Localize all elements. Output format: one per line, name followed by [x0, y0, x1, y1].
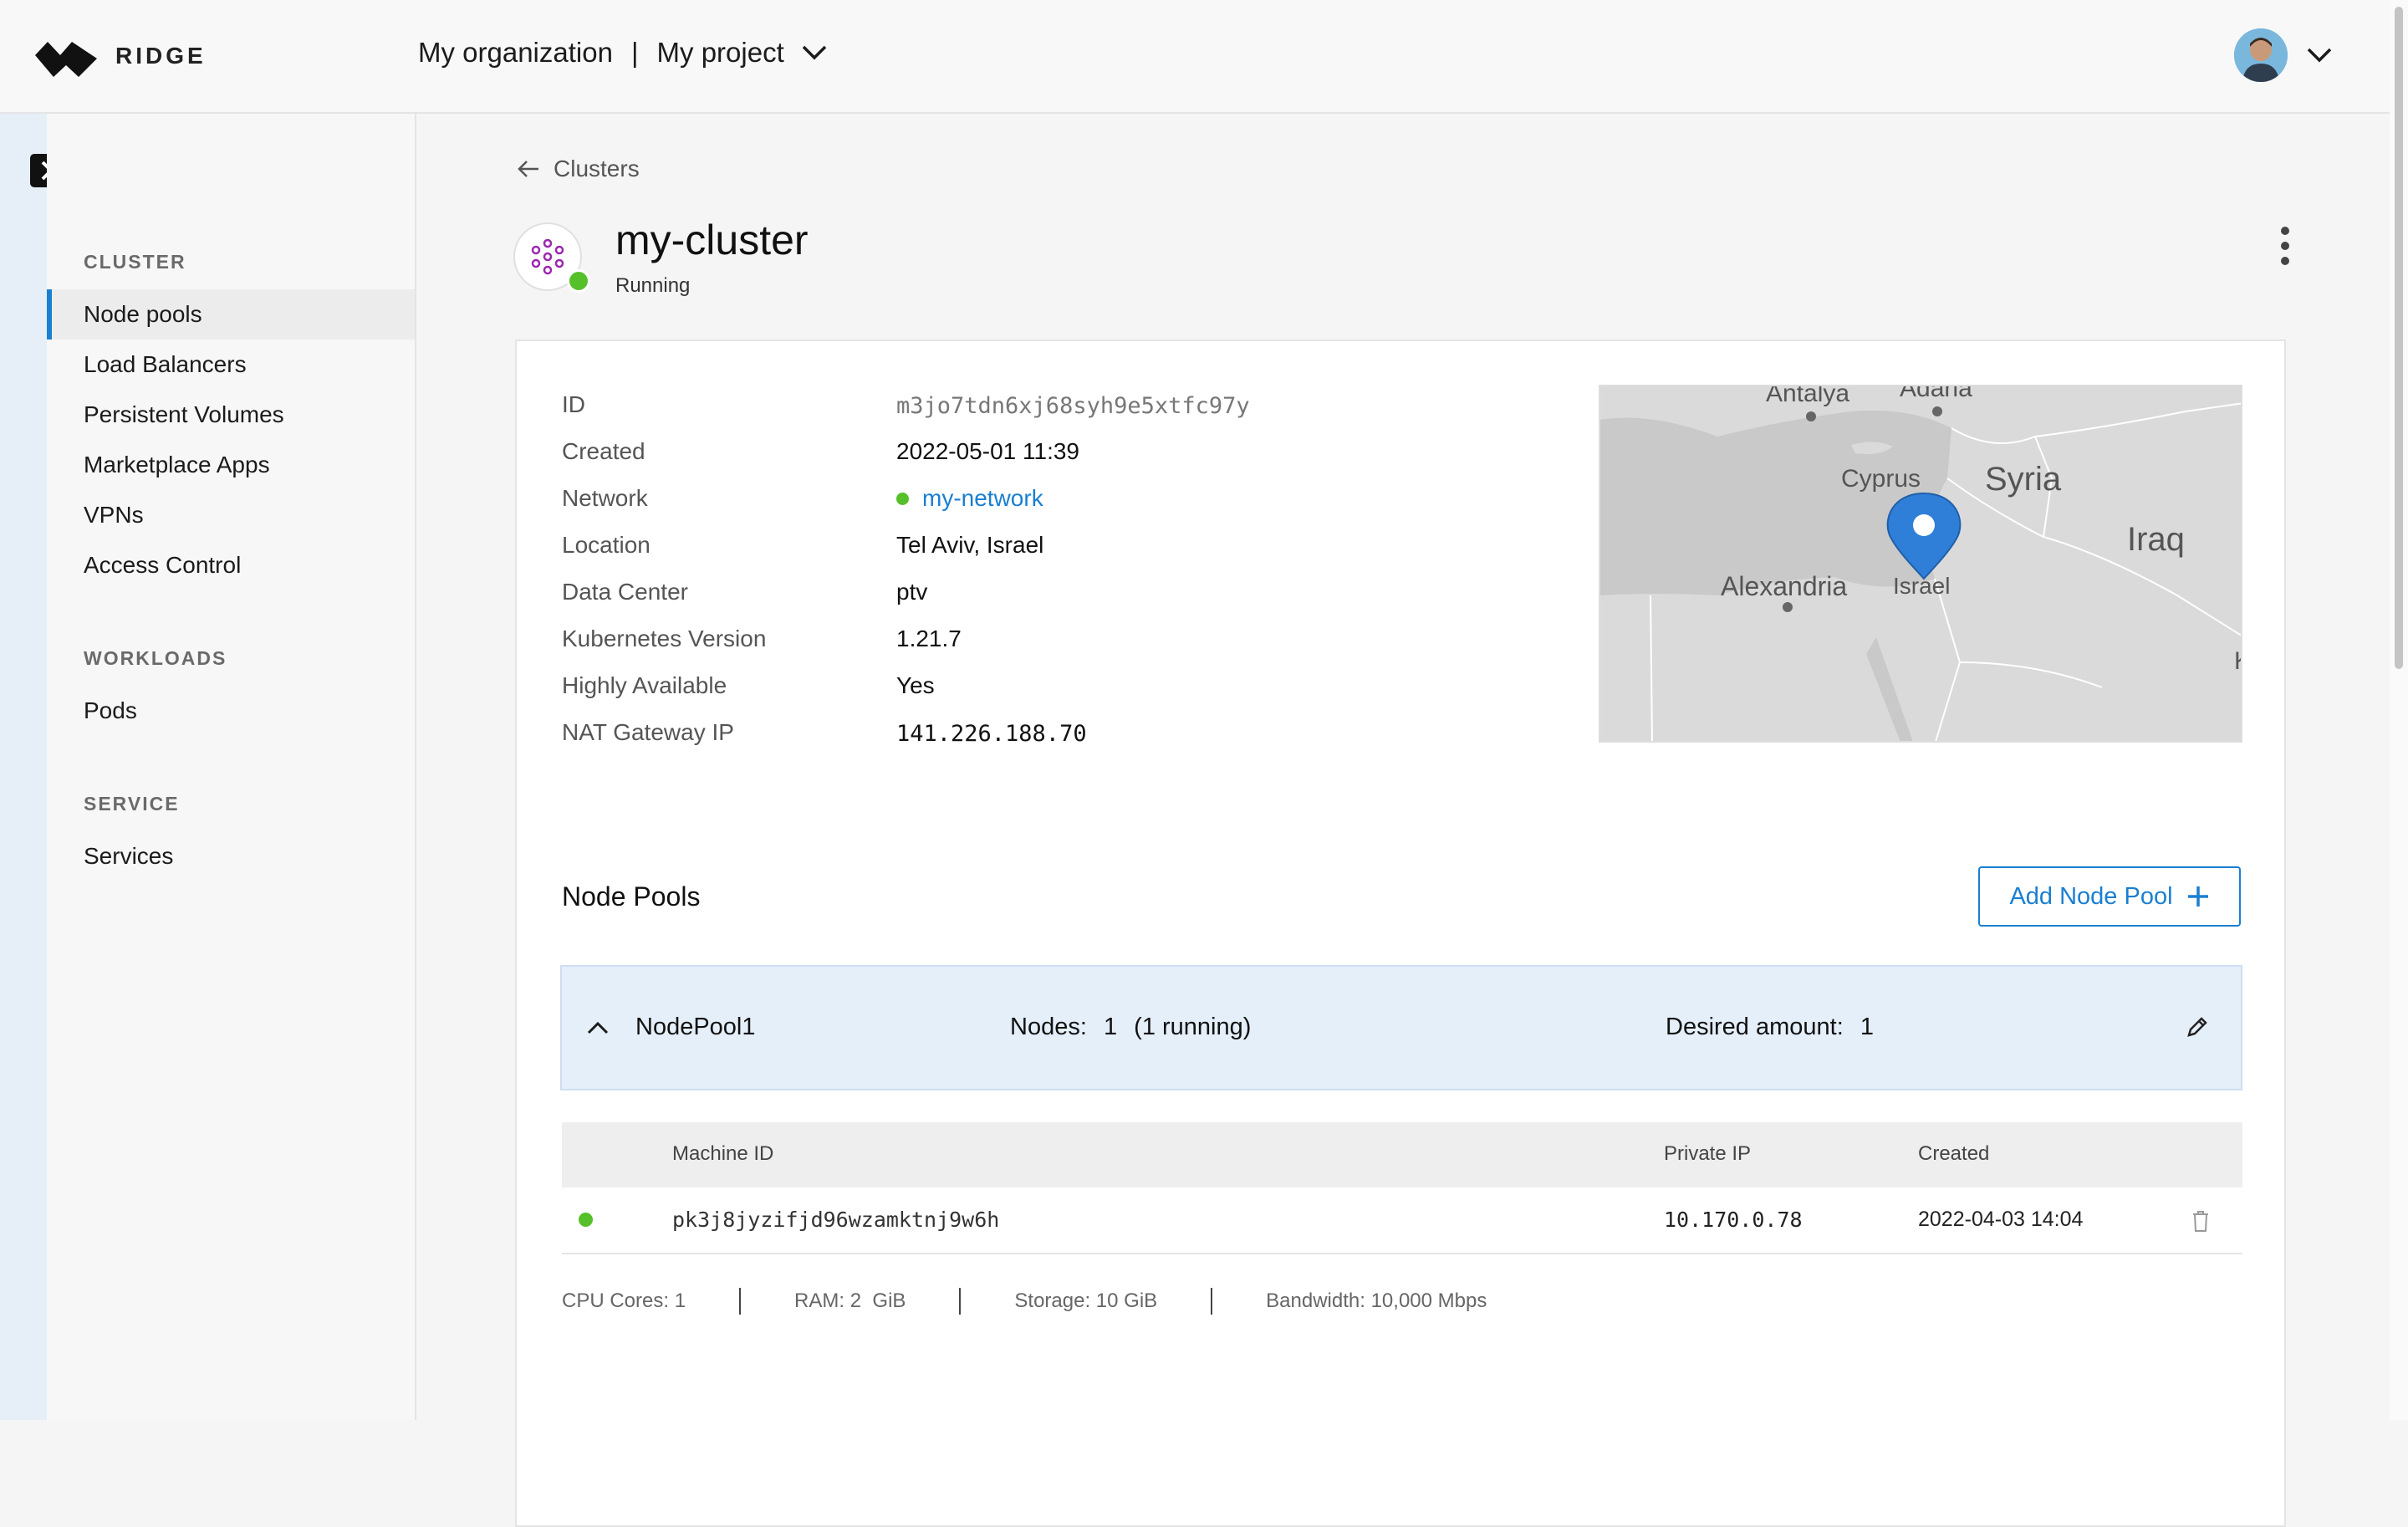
arrow-left-icon	[518, 161, 538, 177]
detail-value-created: 2022-05-01 11:39	[896, 438, 1079, 464]
node-pool-row[interactable]: NodePool1 Nodes: 1 (1 running) Desired a…	[560, 965, 2242, 1090]
table-row[interactable]: pk3j8jyzifjd96wzamktnj9w6h 10.170.0.78 2…	[562, 1187, 2242, 1254]
user-menu[interactable]	[2234, 28, 2333, 82]
detail-label-network: Network	[562, 485, 648, 511]
detail-label-highly-available: Highly Available	[562, 672, 727, 698]
desired-label: Desired amount:	[1666, 1014, 1844, 1040]
col-private-ip: Private IP	[1664, 1142, 1752, 1165]
organization-name[interactable]: My organization	[418, 37, 613, 69]
cluster-status-text: Running	[615, 274, 691, 297]
add-node-pool-button[interactable]: Add Node Pool	[1978, 866, 2241, 927]
node-pool-nodes: Nodes: 1 (1 running)	[1010, 1014, 1251, 1041]
detail-value-data-center: ptv	[896, 579, 928, 605]
sidebar-item-load-balancers[interactable]: Load Balancers	[47, 340, 415, 390]
sidebar-item-pods[interactable]: Pods	[47, 686, 415, 736]
breadcrumb-clusters[interactable]: Clusters	[554, 156, 640, 182]
sidebar-item-vpns[interactable]: VPNs	[47, 490, 415, 540]
chevron-down-icon[interactable]	[801, 43, 828, 62]
spec-cpu: CPU Cores: 1	[562, 1290, 686, 1312]
ridge-logo-icon	[35, 42, 97, 77]
map-label-adana: Adana	[1900, 386, 1972, 402]
spec-bandwidth: Bandwidth: 10,000 Mbps	[1266, 1290, 1487, 1312]
spec-storage: Storage: 10 GiB	[1014, 1290, 1158, 1312]
page-scrollbar[interactable]	[2390, 0, 2408, 1420]
spec-divider	[959, 1288, 962, 1315]
sidebar-section-workloads: WORKLOADS	[84, 647, 227, 669]
machine-id: pk3j8jyzifjd96wzamktnj9w6h	[672, 1208, 1000, 1232]
map-graphic: Antalya Adana Cyprus Syria Iraq Alexandr…	[1600, 386, 2242, 741]
detail-label-data-center: Data Center	[562, 579, 688, 605]
sidebar-item-marketplace-apps[interactable]: Marketplace Apps	[47, 440, 415, 490]
detail-label-location: Location	[562, 532, 650, 558]
detail-label-nat-ip: NAT Gateway IP	[562, 719, 734, 745]
project-name[interactable]: My project	[657, 37, 784, 69]
machine-status-dot	[579, 1213, 593, 1227]
node-pool-desired: Desired amount: 1	[1666, 1014, 1874, 1041]
avatar[interactable]	[2234, 28, 2288, 82]
network-link[interactable]: my-network	[922, 485, 1043, 512]
cluster-details-card: ID m3jo7tdn6xj68syh9e5xtfc97y Created 20…	[515, 340, 2286, 1527]
node-pool-name: NodePool1	[635, 1014, 756, 1040]
map-label-cyprus: Cyprus	[1841, 465, 1921, 493]
detail-label-created: Created	[562, 438, 645, 464]
org-project-switcher[interactable]: My organization | My project	[418, 37, 828, 69]
detail-value-id: m3jo7tdn6xj68syh9e5xtfc97y	[896, 393, 1250, 419]
map-label-syria: Syria	[1985, 461, 2062, 498]
sidebar-section-service: SERVICE	[84, 793, 180, 815]
detail-value-highly-available: Yes	[896, 672, 935, 698]
user-avatar-icon	[2234, 28, 2288, 82]
sidebar-item-services[interactable]: Services	[47, 831, 415, 881]
detail-value-nat-ip: 141.226.188.70	[896, 721, 1087, 747]
node-pools-heading: Node Pools	[562, 881, 701, 912]
logo-text: RIDGE	[115, 43, 207, 69]
nodes-running: (1 running)	[1134, 1014, 1252, 1040]
sidebar-item-access-control[interactable]: Access Control	[47, 540, 415, 590]
spec-ram: RAM: 2 GiB	[794, 1290, 906, 1312]
page-title: my-cluster	[615, 217, 809, 263]
col-machine-id: Machine ID	[672, 1142, 774, 1165]
scrollbar-thumb[interactable]	[2395, 7, 2403, 669]
col-created: Created	[1918, 1142, 1990, 1165]
cluster-status-dot	[567, 269, 590, 293]
top-bar: RIDGE My organization | My project	[0, 0, 2390, 114]
spec-divider	[1211, 1288, 1213, 1315]
machine-private-ip: 10.170.0.78	[1664, 1208, 1803, 1232]
detail-label-id: ID	[562, 391, 585, 417]
sidebar-item-persistent-volumes[interactable]: Persistent Volumes	[47, 390, 415, 440]
network-status-dot	[896, 492, 909, 505]
logo[interactable]: RIDGE	[35, 33, 207, 79]
location-map[interactable]: Antalya Adana Cyprus Syria Iraq Alexandr…	[1599, 385, 2242, 743]
map-label-iraq: Iraq	[2127, 521, 2185, 558]
machines-table-header: Machine ID Private IP Created	[562, 1122, 2242, 1187]
more-actions-button[interactable]	[2273, 222, 2298, 269]
chevron-down-icon[interactable]	[2306, 46, 2333, 64]
sidebar-section-cluster: CLUSTER	[84, 251, 186, 273]
add-node-pool-label: Add Node Pool	[2009, 882, 2173, 910]
node-specs: CPU Cores: 1 RAM: 2 GiB Storage: 10 GiB …	[562, 1288, 1487, 1315]
kebab-menu-icon	[2281, 227, 2289, 265]
nodes-value: 1	[1103, 1014, 1118, 1040]
sidebar-item-node-pools[interactable]: Node pools	[47, 289, 415, 340]
edit-pencil-icon[interactable]	[2186, 1015, 2209, 1039]
nodes-label: Nodes:	[1010, 1014, 1087, 1040]
machine-created: 2022-04-03 14:04	[1918, 1208, 2084, 1231]
desired-value: 1	[1860, 1014, 1874, 1040]
trash-icon[interactable]	[2191, 1209, 2211, 1233]
chevron-up-icon[interactable]	[587, 1020, 609, 1035]
sidebar: CLUSTER Node pools Load Balancers Persis…	[47, 114, 416, 1420]
map-label-alexandria: Alexandria	[1721, 571, 1847, 601]
detail-value-network: my-network	[896, 485, 1043, 512]
spec-divider	[739, 1288, 742, 1315]
detail-value-k8s-version: 1.21.7	[896, 626, 962, 651]
map-label-antalya: Antalya	[1766, 386, 1849, 407]
left-rail	[0, 114, 47, 1420]
detail-value-location: Tel Aviv, Israel	[896, 532, 1044, 558]
back-to-clusters-link[interactable]: Clusters	[517, 156, 640, 182]
plus-icon	[2187, 886, 2208, 906]
detail-label-k8s-version: Kubernetes Version	[562, 626, 767, 651]
map-label-k: K	[2234, 647, 2242, 675]
org-project-separator: |	[630, 37, 639, 68]
